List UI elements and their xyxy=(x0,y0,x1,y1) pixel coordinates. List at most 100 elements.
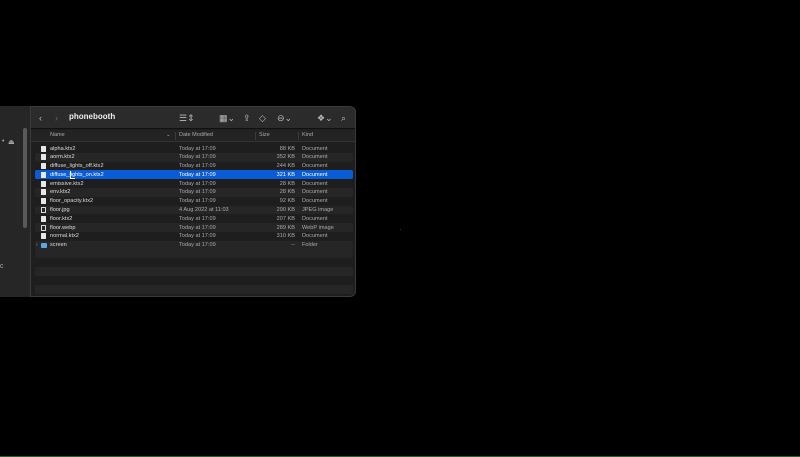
document-icon xyxy=(41,198,46,205)
file-date: Today at 17:09 xyxy=(179,154,216,161)
file-size: 244 KB xyxy=(276,163,295,170)
sort-chevron-icon[interactable]: ⌄ xyxy=(166,132,171,138)
finder-window: ‹ › phonebooth ☰⇕ ▦⌄ ⇪ ◇ ⊖⌄ ❖⌄ ⌕ Name ⌄ … xyxy=(30,106,356,297)
file-kind: Document xyxy=(302,171,328,178)
empty-row xyxy=(35,249,353,259)
ellipsis-icon[interactable]: ⊖⌄ xyxy=(277,111,292,125)
window-title: phonebooth xyxy=(69,112,116,121)
empty-row xyxy=(35,258,353,267)
chevron-right-icon[interactable]: › xyxy=(55,111,58,125)
sidebar-item-fragment[interactable]: • xyxy=(2,138,4,145)
file-size: 321 KB xyxy=(276,171,295,178)
dropbox-icon[interactable]: ❖⌄ xyxy=(317,111,333,125)
column-header: Name ⌄ Date Modified Size Kind xyxy=(31,130,355,142)
file-row[interactable]: env.ktx2 Today at 17:09 28 KB Document xyxy=(35,187,353,197)
list-view-icon[interactable]: ☰⇕ xyxy=(179,111,195,125)
file-name: emissive.ktx2 xyxy=(50,180,84,187)
document-icon xyxy=(41,145,46,152)
file-size: 310 KB xyxy=(276,233,295,240)
image-file-icon xyxy=(41,207,46,214)
search-icon[interactable]: ⌕ xyxy=(341,111,346,125)
file-row[interactable]: emissive.ktx2 Today at 17:09 28 KB Document xyxy=(35,179,353,188)
file-size: -- xyxy=(291,242,295,249)
file-kind: Document xyxy=(302,154,328,161)
document-icon xyxy=(41,171,46,178)
column-divider[interactable] xyxy=(255,132,256,140)
file-row[interactable]: › screen Today at 17:09 -- Folder xyxy=(35,240,353,250)
file-row[interactable]: floor_opacity.ktx2 Today at 17:09 92 KB Doc… xyxy=(35,197,353,206)
file-date: Today at 17:09 xyxy=(179,145,216,152)
empty-row xyxy=(35,276,353,285)
file-size: 28 KB xyxy=(279,180,295,187)
file-name: alpha.ktx2 xyxy=(50,145,76,152)
eject-icon[interactable]: ⏏ xyxy=(8,138,15,146)
file-row[interactable]: aorm.ktx2 Today at 17:09 352 KB Document xyxy=(35,152,353,162)
column-kind[interactable]: Kind xyxy=(302,132,313,138)
column-divider[interactable] xyxy=(175,132,176,140)
folder-icon xyxy=(41,242,47,248)
document-icon xyxy=(41,233,46,240)
file-row[interactable]: floor.webp Today at 17:09 289 KB WebP image xyxy=(35,223,353,232)
document-icon xyxy=(41,163,46,170)
file-kind: JPEG image xyxy=(302,207,334,214)
sidebar-item-fragment[interactable]: c xyxy=(0,263,4,270)
file-name: floor_opacity.ktx2 xyxy=(50,198,94,205)
file-date: Today at 17:09 xyxy=(179,198,216,205)
file-kind: Folder xyxy=(302,242,318,249)
empty-row xyxy=(35,284,353,294)
sidebar-partial: • ⏏ c xyxy=(0,106,30,297)
file-name: screen xyxy=(50,242,67,249)
file-kind: Document xyxy=(302,198,328,205)
file-date: Today at 17:09 xyxy=(179,180,216,187)
document-icon xyxy=(41,189,46,196)
column-name[interactable]: Name xyxy=(50,132,65,138)
chevron-left-icon[interactable]: ‹ xyxy=(39,111,42,125)
toolbar: ‹ › phonebooth ☰⇕ ▦⌄ ⇪ ◇ ⊖⌄ ❖⌄ ⌕ xyxy=(31,107,355,129)
file-name: diffuse_lights_on.ktx2 xyxy=(50,171,104,178)
file-size: 88 KB xyxy=(279,145,295,152)
file-name: floor.ktx2 xyxy=(50,215,73,222)
file-row[interactable]: normal.ktx2 Today at 17:09 310 KB Document xyxy=(35,232,353,241)
mouse-cursor xyxy=(70,171,75,179)
file-size: 289 KB xyxy=(276,224,295,231)
share-icon[interactable]: ⇪ xyxy=(243,111,251,125)
file-date: Today at 17:09 xyxy=(179,163,216,170)
empty-row xyxy=(35,267,353,276)
file-date: Today at 17:09 xyxy=(179,242,216,249)
disclosure-triangle-icon[interactable]: › xyxy=(36,242,38,248)
document-icon xyxy=(41,154,46,161)
file-kind: Document xyxy=(302,180,328,187)
image-file-icon xyxy=(41,224,46,231)
document-icon xyxy=(41,215,46,222)
file-kind: Document xyxy=(302,163,328,170)
file-list: alpha.ktx2 Today at 17:09 88 KB Document aor… xyxy=(35,144,353,294)
file-date: Today at 17:09 xyxy=(179,189,216,196)
file-size: 352 KB xyxy=(276,154,295,161)
column-divider[interactable] xyxy=(298,132,299,140)
column-date-modified[interactable]: Date Modified xyxy=(179,132,213,138)
file-name: floor.jpg xyxy=(50,207,70,214)
file-name: env.ktx2 xyxy=(50,189,71,196)
file-name: floor.webp xyxy=(50,224,76,231)
file-kind: Document xyxy=(302,233,328,240)
file-name: aorm.ktx2 xyxy=(50,154,75,161)
file-date: Today at 17:09 xyxy=(179,233,216,240)
file-row[interactable]: alpha.ktx2 Today at 17:09 88 KB Document xyxy=(35,144,353,153)
sidebar-scrollbar[interactable] xyxy=(23,128,27,228)
column-size[interactable]: Size xyxy=(259,132,270,138)
file-kind: Document xyxy=(302,189,328,196)
file-size: 92 KB xyxy=(279,198,295,205)
stray-pixel xyxy=(400,229,401,230)
file-date: Today at 17:09 xyxy=(179,215,216,222)
grid-view-icon[interactable]: ▦⌄ xyxy=(219,111,235,125)
tag-icon[interactable]: ◇ xyxy=(259,111,266,125)
file-size: 290 KB xyxy=(276,207,295,214)
file-row[interactable]: floor.ktx2 Today at 17:09 207 KB Document xyxy=(35,214,353,223)
file-size: 28 KB xyxy=(279,189,295,196)
file-row[interactable]: diffuse_lights_on.ktx2 Today at 17:09 321 … xyxy=(35,170,353,180)
file-name: diffuse_lights_off.ktx2 xyxy=(50,163,104,170)
document-icon xyxy=(41,180,46,187)
file-row[interactable]: diffuse_lights_off.ktx2 Today at 17:09 244… xyxy=(35,162,353,171)
file-row[interactable]: floor.jpg 4 Aug 2022 at 11:03 290 KB JPEG i… xyxy=(35,205,353,215)
file-name: normal.ktx2 xyxy=(50,233,79,240)
